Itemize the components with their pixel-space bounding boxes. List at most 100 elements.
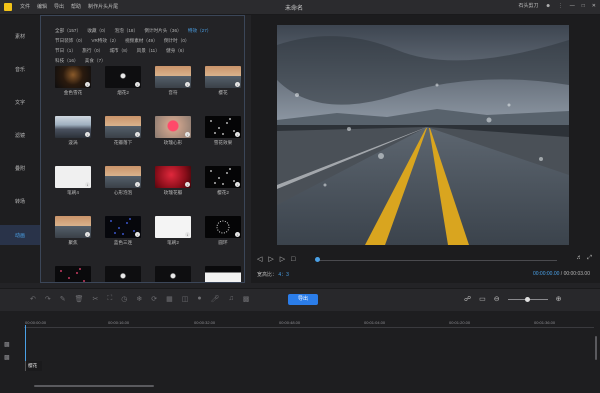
export-button[interactable]: 导出 bbox=[288, 294, 318, 305]
prev-frame-icon[interactable]: ◁ bbox=[257, 255, 262, 263]
download-icon[interactable]: ↓ bbox=[85, 82, 90, 87]
filter-countdown[interactable]: 倒计时（0） bbox=[164, 38, 190, 43]
effect-thumbnail[interactable]: ↓ bbox=[155, 116, 191, 138]
menu-export[interactable]: 导出 bbox=[54, 3, 64, 10]
sidebar-item-text[interactable]: 文字 bbox=[0, 92, 40, 112]
speed-icon[interactable]: ◷ bbox=[121, 295, 127, 303]
timeline-scrollbar[interactable] bbox=[34, 385, 154, 387]
effect-tile[interactable]: ↓ 烟花2 bbox=[105, 66, 141, 95]
sidebar-item-animations[interactable]: 动画 bbox=[0, 225, 40, 245]
delete-icon[interactable]: 🗑︎ bbox=[75, 295, 84, 303]
next-frame-icon[interactable]: ▷ bbox=[280, 255, 285, 263]
effect-tile[interactable]: ↓ 金色雪花 bbox=[55, 66, 91, 95]
effect-thumbnail[interactable]: ↓ bbox=[105, 66, 141, 88]
effect-thumbnail[interactable]: ↓ bbox=[105, 116, 141, 138]
mosaic-icon[interactable]: ▦ bbox=[166, 295, 173, 303]
download-icon[interactable]: ↓ bbox=[235, 232, 240, 237]
filter-effects[interactable]: 特效（27） bbox=[188, 28, 212, 33]
preview-playhead[interactable] bbox=[315, 257, 320, 262]
split-icon[interactable]: ✂ bbox=[93, 295, 99, 303]
menu-intro-outro[interactable]: 制作片头片尾 bbox=[88, 3, 118, 10]
filter-all[interactable]: 全部（157） bbox=[55, 28, 81, 33]
sidebar-item-music[interactable]: 音乐 bbox=[0, 59, 40, 79]
effect-tile[interactable]: ↓ 玫瑰心形 bbox=[155, 116, 191, 145]
filter-vr-effects[interactable]: VR特效（2） bbox=[91, 38, 118, 43]
undo-icon[interactable]: ↶ bbox=[30, 295, 36, 303]
download-icon[interactable]: ↓ bbox=[185, 282, 190, 283]
stop-icon[interactable]: □ bbox=[291, 256, 295, 263]
aspect-ratio[interactable]: 宽高比： 4：3 bbox=[257, 271, 289, 278]
effect-thumbnail[interactable]: ↓ bbox=[205, 166, 241, 188]
effect-tile[interactable]: ↓ 雪花效果 bbox=[205, 116, 241, 145]
effect-thumbnail[interactable]: ↓ bbox=[205, 116, 241, 138]
timeline-vertical-scrollbar[interactable] bbox=[595, 336, 597, 360]
effect-tile[interactable]: ↓ 蓝色三连 bbox=[105, 216, 141, 245]
audio-track-icon[interactable]: ▩ bbox=[4, 352, 10, 365]
effect-thumbnail[interactable]: ↓ bbox=[155, 66, 191, 88]
user-icon[interactable]: ☻ bbox=[546, 3, 551, 9]
effect-tile[interactable]: ↓ 玫瑰花瓣 bbox=[155, 166, 191, 195]
filter-travel[interactable]: 旅行（0） bbox=[82, 48, 103, 53]
effect-tile[interactable]: ↓ 圆环 bbox=[205, 216, 241, 245]
play-icon[interactable]: ▷ bbox=[268, 255, 273, 263]
download-icon[interactable]: ↓ bbox=[135, 132, 140, 137]
menu-edit[interactable]: 编辑 bbox=[37, 3, 47, 10]
effect-tile[interactable]: ↓ 樱花 bbox=[205, 66, 241, 95]
download-icon[interactable]: ↓ bbox=[235, 182, 240, 187]
download-icon[interactable]: ↓ bbox=[85, 282, 90, 283]
preview-scrubber[interactable] bbox=[317, 260, 557, 261]
effect-tile[interactable]: ↓ 漩涡 bbox=[55, 116, 91, 145]
volume-icon[interactable]: ♬ bbox=[576, 255, 582, 262]
filter-holiday-decor[interactable]: 节日装饰（0） bbox=[55, 38, 85, 43]
effect-tile[interactable]: ↓ bbox=[105, 266, 141, 282]
download-icon[interactable]: ↓ bbox=[135, 232, 140, 237]
effect-thumbnail[interactable]: ↓ bbox=[105, 216, 141, 238]
download-icon[interactable]: ↓ bbox=[85, 182, 90, 187]
filter-bubbles[interactable]: 泡泡（18） bbox=[115, 28, 139, 33]
filter-tech[interactable]: 科技（16） bbox=[55, 58, 79, 63]
download-icon[interactable]: ↓ bbox=[135, 182, 140, 187]
effect-thumbnail[interactable]: ↓ bbox=[105, 166, 141, 188]
download-icon[interactable]: ↓ bbox=[135, 82, 140, 87]
effect-thumbnail[interactable]: ↓ bbox=[55, 166, 91, 188]
rotate-icon[interactable]: ⟳ bbox=[151, 295, 157, 303]
effect-thumbnail[interactable]: ↓ bbox=[205, 216, 241, 238]
crop-icon[interactable]: ⛶ bbox=[107, 295, 112, 303]
freeze-icon[interactable]: ❄ bbox=[136, 295, 142, 303]
timeline-ruler[interactable]: 00:00:00.00 00:00:16.00 00:00:32.00 00:0… bbox=[24, 317, 594, 328]
effect-thumbnail[interactable]: ↓ bbox=[205, 66, 241, 88]
download-icon[interactable]: ↓ bbox=[185, 232, 190, 237]
effect-thumbnail[interactable]: ↓ bbox=[155, 266, 191, 283]
filter-fitness[interactable]: 健身（6） bbox=[166, 48, 187, 53]
effect-tile[interactable]: ↓ 心形泡泡 bbox=[105, 166, 141, 195]
zoom-slider[interactable] bbox=[507, 296, 548, 302]
download-icon[interactable]: ↓ bbox=[235, 132, 240, 137]
fullscreen-icon[interactable]: ⤢ bbox=[587, 255, 592, 262]
zoom-slider-knob[interactable] bbox=[524, 296, 530, 302]
filter-countdown-intro[interactable]: 倒计时片头（36） bbox=[144, 28, 181, 33]
sidebar-item-overlays[interactable]: 叠附 bbox=[0, 158, 40, 178]
filter-video-assets[interactable]: 视频素材（49） bbox=[125, 38, 158, 43]
effect-thumbnail[interactable]: ↓ bbox=[105, 266, 141, 282]
zoom-in-icon[interactable]: ⊕ bbox=[556, 295, 562, 303]
menu-file[interactable]: 文件 bbox=[20, 3, 30, 10]
download-icon[interactable]: ↓ bbox=[235, 282, 240, 283]
filter-scenery[interactable]: 风景（11） bbox=[137, 48, 160, 53]
effect-tile[interactable]: ↓ 聚焦 bbox=[55, 216, 91, 245]
marker-icon[interactable]: ☍ bbox=[464, 295, 471, 303]
sidebar-item-transitions[interactable]: 转场 bbox=[0, 191, 40, 211]
mirror-icon[interactable]: ◫ bbox=[182, 295, 189, 303]
menu-icon[interactable]: ⋮ bbox=[558, 3, 563, 9]
effect-thumbnail[interactable]: ↓ bbox=[55, 216, 91, 238]
video-track-icon[interactable]: ▩ bbox=[4, 339, 10, 352]
aspect-ratio-value[interactable]: 4：3 bbox=[278, 272, 289, 278]
minimize-icon[interactable]: — bbox=[570, 3, 575, 9]
close-icon[interactable]: ✕ bbox=[592, 3, 596, 9]
record-icon[interactable]: ● bbox=[197, 295, 201, 303]
redo-icon[interactable]: ↷ bbox=[45, 295, 51, 303]
filter-city[interactable]: 城市（8） bbox=[109, 48, 130, 53]
sidebar-item-filters[interactable]: 滤镜 bbox=[0, 125, 40, 145]
filter-holidays[interactable]: 节日（1） bbox=[55, 48, 76, 53]
download-icon[interactable]: ↓ bbox=[85, 232, 90, 237]
download-icon[interactable]: ↓ bbox=[85, 132, 90, 137]
